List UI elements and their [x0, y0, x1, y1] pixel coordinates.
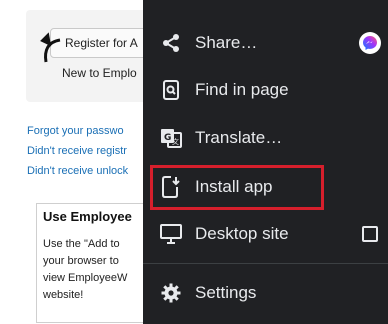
- menu-item-translate[interactable]: G 文 Translate…: [143, 114, 388, 162]
- info-line: Use the "Add to: [43, 238, 120, 250]
- info-line: website!: [43, 289, 84, 301]
- menu-label-share: Share…: [195, 33, 258, 52]
- menu-label-translate: Translate…: [195, 128, 283, 147]
- curved-arrow-icon: [40, 32, 61, 63]
- forgot-password-link[interactable]: Forgot your passwo: [27, 125, 124, 137]
- registration-email-link[interactable]: Didn't receive registr: [27, 145, 127, 157]
- browser-overflow-menu: Share… Find in page G 文 Translate… Insta…: [143, 0, 388, 324]
- menu-item-settings[interactable]: Settings: [143, 269, 388, 317]
- screen: Register for A New to Emplo Forgot your …: [0, 0, 388, 324]
- menu-divider: [143, 263, 388, 264]
- share-icon: [160, 32, 182, 54]
- menu-item-find-in-page[interactable]: Find in page: [143, 66, 388, 114]
- menu-item-desktop-site[interactable]: Desktop site: [143, 210, 388, 258]
- unlock-email-link[interactable]: Didn't receive unlock: [27, 165, 128, 177]
- messenger-icon[interactable]: [359, 32, 381, 54]
- info-title: Use Employee: [43, 209, 132, 224]
- svg-text:G: G: [164, 133, 171, 143]
- settings-gear-icon: [160, 282, 182, 304]
- desktop-icon: [160, 223, 182, 245]
- install-app-highlight-box: [150, 165, 324, 210]
- new-to-text: New to Emplo: [62, 66, 137, 80]
- menu-label-settings: Settings: [195, 283, 257, 302]
- info-line: your browser to: [43, 255, 119, 267]
- menu-label-desktop-site: Desktop site: [195, 224, 289, 243]
- svg-text:文: 文: [172, 137, 179, 146]
- translate-icon: G 文: [160, 127, 182, 149]
- menu-label-find-in-page: Find in page: [195, 80, 289, 99]
- desktop-site-checkbox[interactable]: [362, 226, 378, 242]
- menu-item-share[interactable]: Share…: [143, 19, 388, 67]
- info-line: view EmployeeW: [43, 272, 128, 284]
- find-in-page-icon: [160, 79, 182, 101]
